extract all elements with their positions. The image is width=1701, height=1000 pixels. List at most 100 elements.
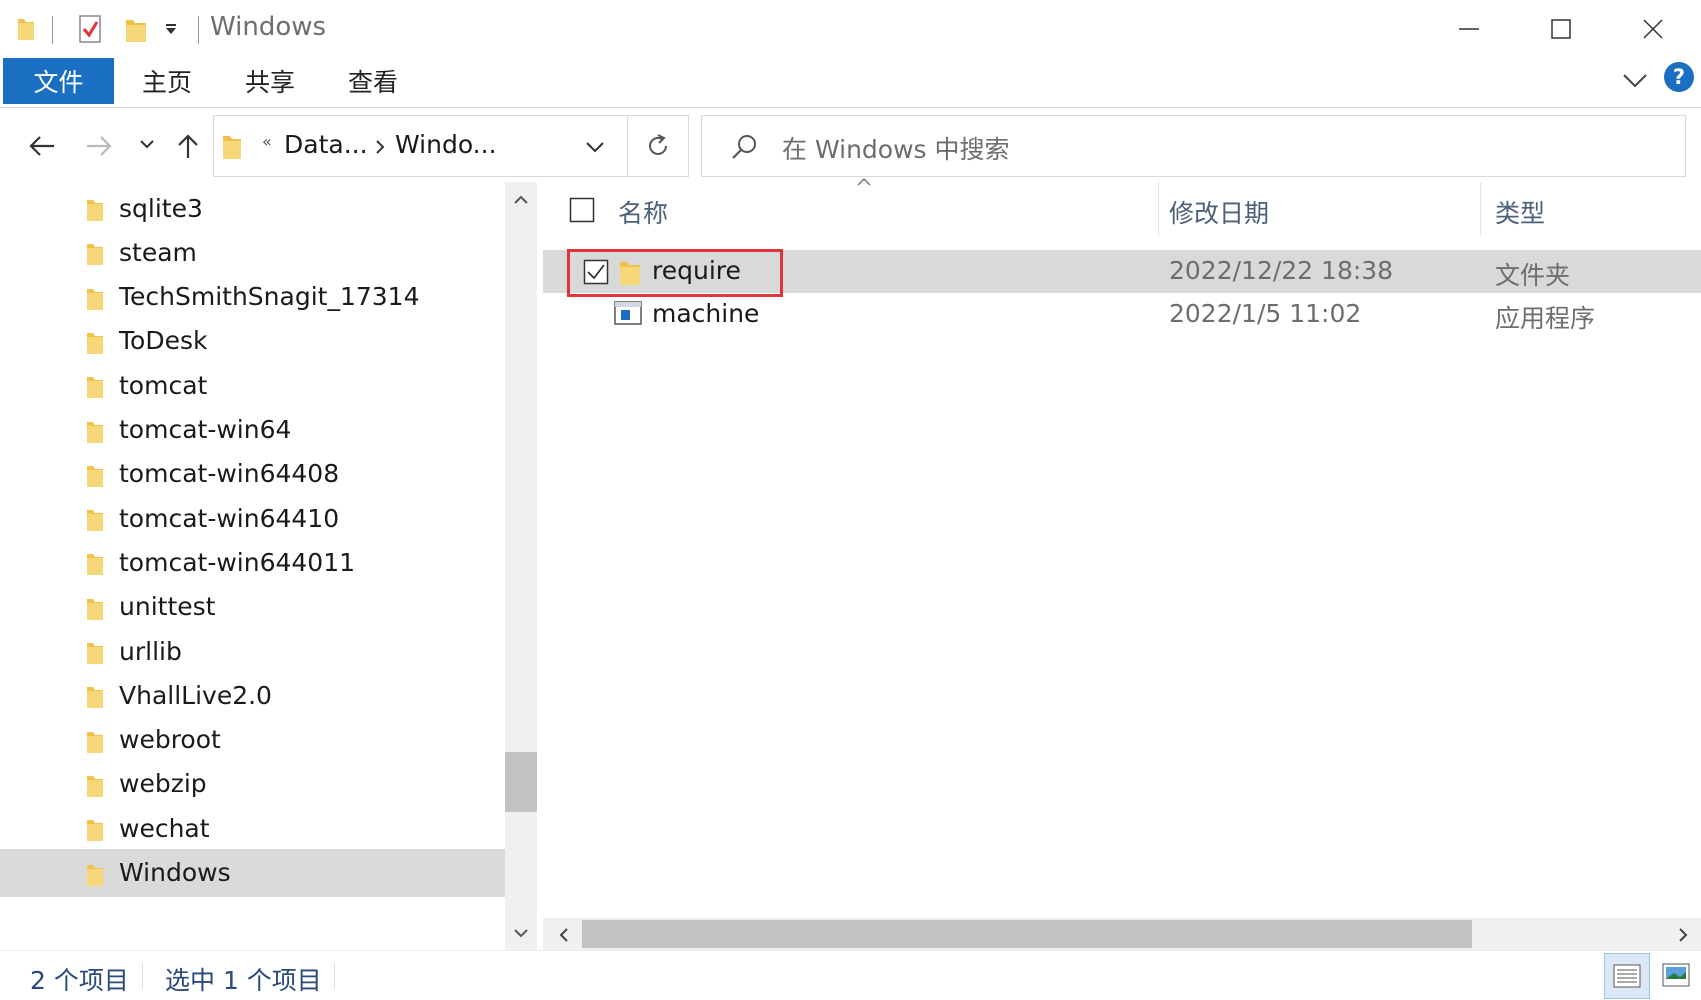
nav-tree-item[interactable]: webroot <box>0 716 505 764</box>
folder-icon <box>86 329 104 359</box>
file-name[interactable]: machine <box>652 299 759 328</box>
chevron-right-icon[interactable] <box>1678 928 1688 942</box>
nav-tree-item[interactable]: VhallLive2.0 <box>0 671 505 719</box>
status-divider <box>142 963 143 989</box>
nav-tree-item-label: urllib <box>119 636 182 666</box>
nav-tree-item[interactable]: sqlite3 <box>0 184 505 232</box>
nav-tree-item[interactable]: tomcat <box>0 361 505 409</box>
maximize-icon <box>1551 19 1571 39</box>
tab-share[interactable]: 共享 <box>245 58 295 104</box>
help-button[interactable]: ? <box>1664 62 1694 92</box>
back-button[interactable] <box>22 128 62 164</box>
folder-icon <box>86 196 104 226</box>
search-box[interactable]: 在 Windows 中搜索 <box>701 115 1686 177</box>
sort-ascending-icon <box>857 177 871 186</box>
arrow-left-icon <box>29 136 54 156</box>
nav-tree-item[interactable]: tomcat-win644011 <box>0 538 505 586</box>
ribbon: 文件 主页 共享 查看 ? <box>0 58 1701 108</box>
nav-tree-item[interactable]: tomcat-win64410 <box>0 494 505 542</box>
recent-locations-button[interactable] <box>134 130 160 160</box>
nav-tree-item-label: webzip <box>119 769 207 799</box>
minimize-button[interactable] <box>1424 0 1514 58</box>
nav-tree-item[interactable]: steam <box>0 228 505 276</box>
nav-tree-item[interactable]: Windows <box>0 848 505 897</box>
file-type: 应用程序 <box>1495 304 1596 333</box>
arrow-right-icon <box>87 136 112 156</box>
folder-icon <box>86 728 104 758</box>
nav-tree-item-label: unittest <box>119 592 216 622</box>
file-modified: 2022/12/22 18:38 <box>1169 256 1394 285</box>
folder-icon <box>18 19 34 40</box>
folder-icon <box>86 772 104 802</box>
folder-icon <box>86 373 104 403</box>
nav-tree-item-label: webroot <box>119 725 221 755</box>
nav-tree-item-label: tomcat-win644011 <box>119 547 356 577</box>
status-item-count: 2 个项目 <box>30 966 129 995</box>
file-modified: 2022/1/5 11:02 <box>1169 299 1362 328</box>
nav-scrollbar-thumb[interactable] <box>505 752 537 812</box>
chevron-down-icon <box>140 140 154 149</box>
breadcrumb-segment[interactable]: Data... <box>284 130 368 159</box>
nav-tree-item[interactable]: unittest <box>0 583 505 631</box>
chevron-up-icon[interactable] <box>514 195 528 205</box>
tab-view[interactable]: 查看 <box>348 58 398 104</box>
breadcrumb-segment[interactable]: Windo... <box>395 130 497 159</box>
file-row-machine[interactable]: machine 2022/1/5 11:02 应用程序 <box>543 293 1701 336</box>
address-bar[interactable]: « Data... Windo... <box>213 115 689 177</box>
nav-tree-item[interactable]: ToDesk <box>0 317 505 365</box>
up-button[interactable] <box>172 126 204 166</box>
expand-ribbon-icon[interactable] <box>1622 70 1648 90</box>
nav-tree-item-label: TechSmithSnagit_17314 <box>119 282 420 312</box>
new-folder-icon[interactable] <box>125 15 147 43</box>
large-icons-view-button[interactable] <box>1654 953 1698 997</box>
folder-icon <box>86 462 104 492</box>
nav-tree-item[interactable]: urllib <box>0 627 505 675</box>
file-type: 文件夹 <box>1495 261 1571 290</box>
nav-tree-item-label: tomcat-win64410 <box>119 503 340 533</box>
nav-tree-item-label: tomcat-win64408 <box>119 459 340 489</box>
arrow-up-icon <box>178 134 198 158</box>
column-header-type[interactable]: 类型 <box>1495 194 1545 230</box>
select-all-checkbox[interactable] <box>569 197 595 223</box>
close-button[interactable] <box>1608 0 1698 58</box>
column-divider[interactable] <box>1480 182 1481 236</box>
search-input[interactable]: 在 Windows 中搜索 <box>782 130 1010 166</box>
status-divider <box>334 963 335 989</box>
chevron-left-icon[interactable] <box>559 928 569 942</box>
nav-tree-item[interactable]: wechat <box>0 804 505 852</box>
nav-tree-item-label: wechat <box>119 813 210 843</box>
details-view-button[interactable] <box>1604 953 1650 999</box>
breadcrumb-overflow[interactable]: « <box>262 132 272 151</box>
column-header-modified[interactable]: 修改日期 <box>1169 194 1269 230</box>
properties-icon[interactable] <box>78 14 104 44</box>
folder-icon <box>86 418 104 448</box>
nav-tree-item[interactable]: tomcat-win64 <box>0 406 505 454</box>
column-header-name[interactable]: 名称 <box>618 194 668 230</box>
nav-tree-item[interactable]: webzip <box>0 760 505 808</box>
nav-tree-item-label: tomcat <box>119 370 208 400</box>
maximize-button[interactable] <box>1516 0 1606 58</box>
nav-tree-item-label: VhallLive2.0 <box>119 680 272 710</box>
chevron-right-icon[interactable] <box>374 139 386 155</box>
chevron-down-icon[interactable] <box>514 928 528 938</box>
navigation-pane: sqlite3 steam TechSmithSnagit_17314 ToDesk t… <box>0 182 537 950</box>
status-bar: 2 个项目 选中 1 个项目 <box>0 950 1701 1000</box>
column-divider[interactable] <box>1158 182 1159 236</box>
nav-tree-item[interactable]: TechSmithSnagit_17314 <box>0 273 505 321</box>
title-bar: Windows <box>0 0 1701 58</box>
folder-icon <box>86 506 104 536</box>
nav-scrollbar[interactable] <box>505 182 537 950</box>
folder-icon <box>86 816 104 846</box>
tab-home[interactable]: 主页 <box>142 58 192 104</box>
customize-toolbar-icon[interactable] <box>164 22 178 36</box>
horizontal-scrollbar-thumb[interactable] <box>582 920 1472 948</box>
forward-button[interactable] <box>79 128 119 164</box>
folder-icon <box>223 136 241 159</box>
folder-icon <box>86 595 104 625</box>
nav-tree-item[interactable]: tomcat-win64408 <box>0 450 505 498</box>
highlight-annotation-box <box>567 249 783 297</box>
chevron-down-icon[interactable] <box>585 140 605 154</box>
close-icon <box>1643 19 1663 39</box>
refresh-button[interactable] <box>627 115 689 177</box>
tab-file[interactable]: 文件 <box>3 58 114 104</box>
